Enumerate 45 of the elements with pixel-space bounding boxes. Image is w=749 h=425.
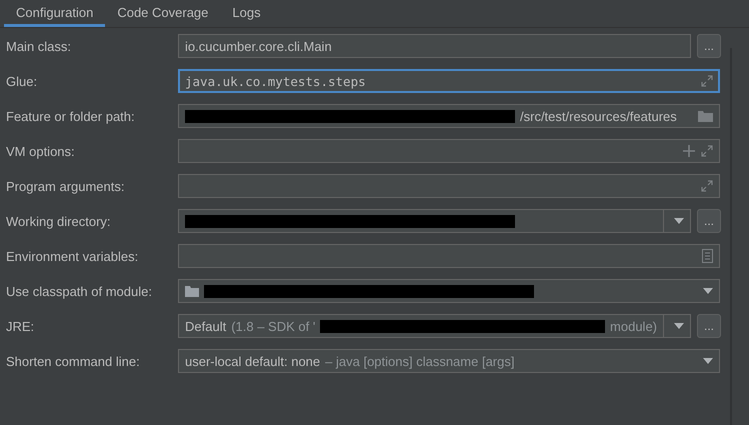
field-label: Program arguments: bbox=[5, 178, 126, 194]
field-value: io.cucumber.core.cli.Main bbox=[185, 38, 332, 54]
input-field[interactable]: io.cucumber.core.cli.Main bbox=[178, 34, 691, 58]
field-label: Use classpath of module: bbox=[5, 284, 153, 298]
field-value: module) bbox=[610, 318, 657, 334]
field-label: Shorten command line: bbox=[5, 354, 141, 368]
dropdown[interactable]: Default (1.8 – SDK of ' module) bbox=[178, 314, 691, 338]
caret-icon[interactable] bbox=[674, 218, 684, 224]
caret-icon[interactable] bbox=[703, 358, 713, 364]
field-value: Default bbox=[185, 318, 226, 334]
input-field[interactable] bbox=[178, 139, 720, 163]
plus-icon[interactable] bbox=[683, 145, 695, 157]
browse-button[interactable]: ... bbox=[697, 314, 721, 338]
expand-icon[interactable] bbox=[701, 75, 713, 87]
caret-icon[interactable] bbox=[703, 288, 713, 294]
field-value: java.uk.co.mytests.steps bbox=[185, 74, 366, 88]
field-value: – java [options] classname [args] bbox=[325, 354, 514, 368]
field-label: JRE: bbox=[5, 318, 36, 334]
browse-button[interactable]: ... bbox=[697, 34, 721, 58]
browse-button[interactable]: ... bbox=[697, 209, 721, 233]
document-icon[interactable] bbox=[702, 249, 713, 263]
field-value: /src/test/resources/features bbox=[520, 108, 677, 124]
caret-icon[interactable] bbox=[674, 323, 684, 329]
expand-icon[interactable] bbox=[701, 145, 713, 157]
tab[interactable]: Logs bbox=[220, 0, 273, 27]
tab[interactable]: Configuration bbox=[4, 0, 106, 27]
folder-icon[interactable] bbox=[698, 110, 713, 122]
input-field[interactable] bbox=[178, 244, 720, 268]
field-label: Main class: bbox=[5, 38, 72, 54]
dropdown[interactable] bbox=[178, 209, 691, 233]
input-field[interactable]: /src/test/resources/features bbox=[178, 104, 720, 128]
tab[interactable]: Code Coverage bbox=[105, 0, 220, 27]
field-label: VM options: bbox=[5, 144, 76, 158]
dropdown[interactable]: user-local default: none – java [options] classname [args] bbox=[178, 349, 720, 373]
field-label: Environment variables: bbox=[5, 248, 140, 264]
field-label: Glue: bbox=[5, 74, 38, 88]
field-label: Working directory: bbox=[5, 214, 112, 228]
field-value: user-local default: none bbox=[185, 354, 320, 368]
field-value: (1.8 – SDK of ' bbox=[231, 318, 316, 334]
input-field[interactable]: java.uk.co.mytests.steps bbox=[178, 69, 720, 93]
dropdown[interactable] bbox=[178, 279, 720, 303]
input-field[interactable] bbox=[178, 174, 720, 198]
field-label: Feature or folder path: bbox=[5, 108, 136, 124]
expand-icon[interactable] bbox=[701, 180, 713, 192]
folder-icon bbox=[185, 285, 199, 297]
